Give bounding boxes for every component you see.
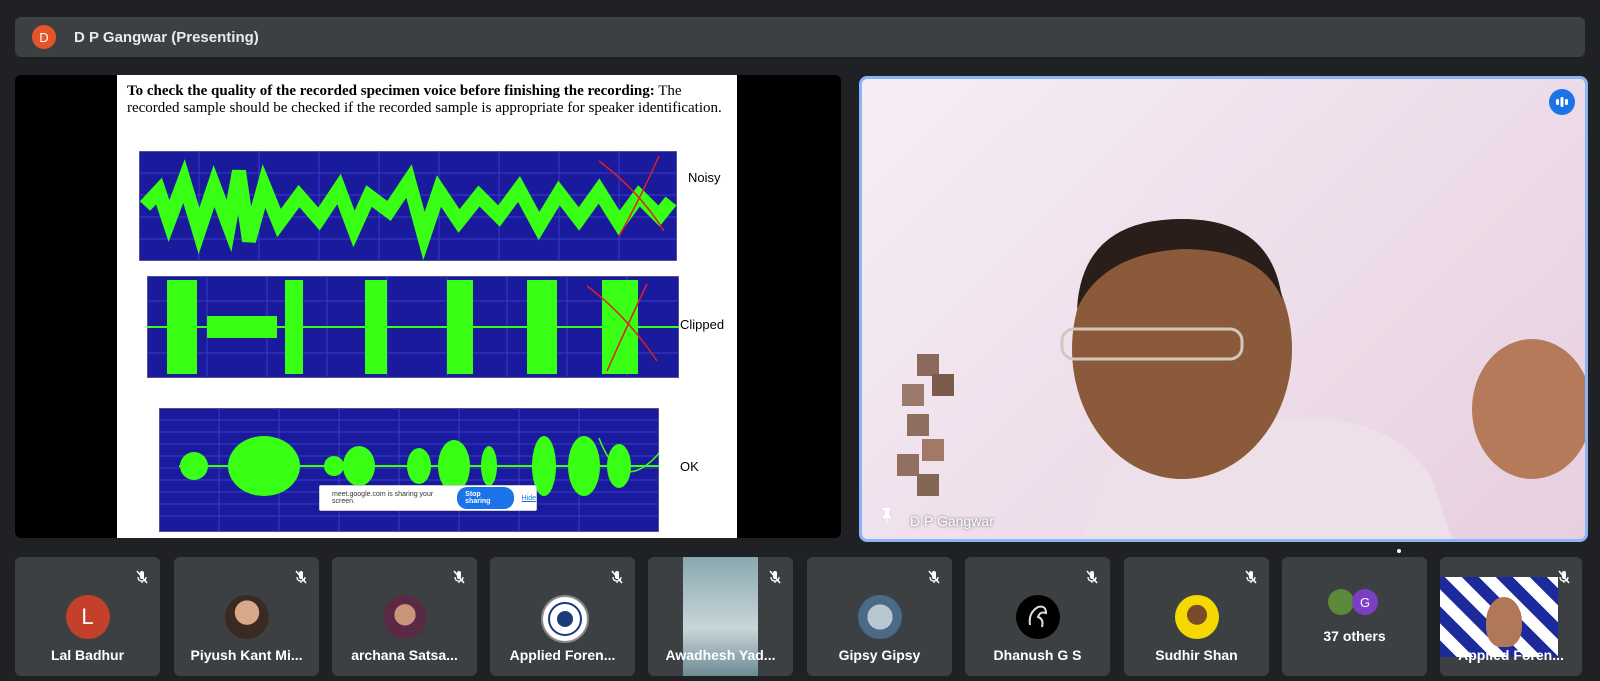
speaking-indicator-icon <box>1549 89 1575 115</box>
presenter-avatar: D <box>32 25 56 49</box>
stop-sharing-button[interactable]: Stop sharing <box>457 487 514 509</box>
others-avatar-stack: G <box>1328 587 1388 617</box>
participant-name: Sudhir Shan <box>1155 647 1238 663</box>
avatar: L <box>65 595 110 639</box>
hide-banner-link[interactable]: Hide <box>522 495 536 502</box>
ok-waveform <box>159 408 659 532</box>
mic-muted-icon <box>1084 569 1100 590</box>
participant-name: Applied Foren... <box>509 647 616 663</box>
slide-heading-bold: To check the quality of the recorded spe… <box>127 83 655 99</box>
avatar <box>1328 589 1354 615</box>
pin-icon[interactable] <box>878 506 896 529</box>
wall-photos <box>897 354 954 496</box>
others-count: 37 others <box>1323 628 1386 644</box>
participant-name: Gipsy Gipsy <box>838 647 921 663</box>
clipped-waveform <box>147 276 679 378</box>
slide-heading: To check the quality of the recorded spe… <box>127 83 727 117</box>
noisy-waveform <box>139 151 677 261</box>
speaker-name: D P Gangwar <box>910 513 994 529</box>
presenter-bar: D D P Gangwar (Presenting) <box>15 17 1585 57</box>
participant-face <box>1486 597 1522 647</box>
participant-name: Piyush Kant Mi... <box>190 647 303 663</box>
others-tile[interactable]: G 37 others <box>1282 557 1427 676</box>
mic-muted-icon <box>293 569 309 590</box>
participant-tile[interactable]: archana Satsa... <box>332 557 477 676</box>
avatar <box>1174 595 1219 639</box>
participant-tile[interactable]: Dhanush G S <box>965 557 1110 676</box>
avatar: G <box>1352 589 1378 615</box>
ok-label: OK <box>680 459 699 474</box>
screen-share-panel[interactable]: To check the quality of the recorded spe… <box>15 75 841 538</box>
participant-tile[interactable]: Awadhesh Yad... <box>648 557 793 676</box>
pagination-dot <box>1397 549 1401 553</box>
participant-name: archana Satsa... <box>351 647 458 663</box>
speaker-video <box>897 219 1585 539</box>
participant-tile[interactable]: Sudhir Shan <box>1124 557 1269 676</box>
sharing-message: meet.google.com is sharing your screen. <box>332 491 434 505</box>
participant-name: Applied Foren... <box>1458 647 1564 663</box>
mic-muted-icon <box>767 569 783 590</box>
avatar <box>857 595 902 639</box>
mic-muted-icon <box>1556 569 1572 590</box>
speaker-video-tile[interactable]: D P Gangwar <box>859 76 1588 542</box>
noisy-label: Noisy <box>688 170 721 185</box>
participant-tile[interactable]: L Lal Badhur <box>15 557 160 676</box>
screen-sharing-banner: meet.google.com is sharing your screen. … <box>319 485 537 511</box>
mic-muted-icon <box>134 569 150 590</box>
institute-logo <box>540 595 589 643</box>
presentation-slide: To check the quality of the recorded spe… <box>117 75 737 538</box>
mic-muted-icon <box>451 569 467 590</box>
participant-tile[interactable]: Piyush Kant Mi... <box>174 557 319 676</box>
avatar <box>382 595 427 639</box>
participant-name: Lal Badhur <box>50 647 125 663</box>
avatar <box>224 595 269 639</box>
participant-name: Awadhesh Yad... <box>665 647 776 663</box>
mic-muted-icon <box>926 569 942 590</box>
presenter-title: D P Gangwar (Presenting) <box>74 28 259 46</box>
participant-tile[interactable]: Gipsy Gipsy <box>807 557 952 676</box>
participant-tile[interactable]: Applied Foren... <box>1440 557 1582 676</box>
mic-muted-icon <box>609 569 625 590</box>
participant-name: Dhanush G S <box>993 647 1082 663</box>
dragon-avatar <box>1015 595 1060 639</box>
clipped-label: Clipped <box>680 317 725 332</box>
mic-muted-icon <box>1243 569 1259 590</box>
participant-tile[interactable]: Applied Foren... <box>490 557 635 676</box>
